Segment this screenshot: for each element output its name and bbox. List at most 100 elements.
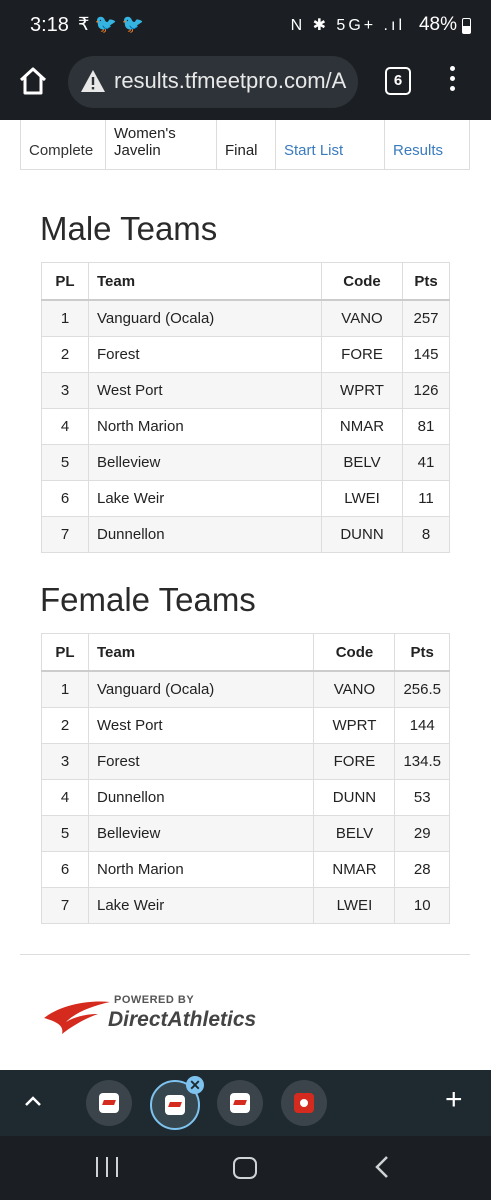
warning-icon[interactable]: [80, 68, 106, 94]
place: 5: [41, 815, 89, 852]
place: 2: [41, 336, 89, 373]
place: 4: [41, 779, 89, 816]
event-round: Final: [216, 120, 276, 170]
male-teams-heading: Male Teams: [40, 210, 218, 247]
status-bar: 3:18 ₹ 🐦 🐦 N ✱ 5G+ .ıl 48%: [0, 0, 491, 52]
team-points: 41: [402, 444, 450, 481]
overflow-menu-icon[interactable]: [447, 66, 457, 98]
url-text[interactable]: results.tfmeetpro.com/A: [114, 68, 350, 94]
team-points: 11: [402, 480, 450, 517]
status-time: 3:18: [30, 14, 69, 36]
table-row: 1 Vanguard (Ocala) VANO 256.5: [41, 670, 450, 708]
table-row: 5 Belleview BELV 29: [41, 815, 450, 852]
table-row: 2 Forest FORE 145: [41, 336, 450, 373]
team-code: LWEI: [321, 480, 403, 517]
table-row: 4 Dunnellon DUNN 53: [41, 779, 450, 816]
team-points: 10: [394, 887, 450, 924]
tab-switcher-button[interactable]: 6: [385, 67, 411, 95]
back-icon[interactable]: [372, 1155, 392, 1179]
team-name: Lake Weir: [87, 887, 315, 924]
close-tab-icon[interactable]: ✕: [186, 1076, 204, 1094]
notification-icons: ₹ 🐦 🐦: [78, 14, 145, 34]
team-name: Belleview: [87, 815, 315, 852]
tab-favicon-icon: [230, 1093, 250, 1113]
tab-favicon-icon: [165, 1095, 185, 1115]
col-code: Code: [321, 262, 403, 301]
tab-thumbnail-selected[interactable]: ✕: [150, 1076, 204, 1130]
start-list-link[interactable]: Start List: [275, 120, 385, 170]
table-row: 7 Lake Weir LWEI 10: [41, 887, 450, 924]
team-code: VANO: [313, 670, 396, 708]
home-icon[interactable]: [18, 66, 48, 96]
team-name: Dunnellon: [87, 779, 315, 816]
footer-divider: [20, 954, 470, 955]
tab-thumbnail[interactable]: [217, 1080, 263, 1126]
battery-icon: [462, 18, 471, 34]
team-code: WPRT: [321, 372, 403, 409]
table-header-row: PL Team Code Pts: [41, 262, 450, 301]
table-row: 4 North Marion NMAR 81: [41, 408, 450, 445]
powered-by-logo[interactable]: POWERED BY DirectAthletics: [42, 990, 322, 1040]
place: 4: [41, 408, 89, 445]
event-status: Complete: [20, 120, 106, 170]
team-code: WPRT: [313, 707, 396, 744]
chevron-up-icon[interactable]: [22, 1090, 44, 1112]
tab-thumbnail[interactable]: [86, 1080, 132, 1126]
tab-favicon-icon: [99, 1093, 119, 1113]
direct-athletics-swoosh-icon: [44, 1001, 110, 1034]
table-row: 7 Dunnellon DUNN 8: [41, 516, 450, 553]
team-name: West Port: [88, 372, 322, 409]
tab-thumbnail[interactable]: [281, 1080, 327, 1126]
team-name: Vanguard (Ocala): [87, 670, 315, 708]
team-code: NMAR: [313, 851, 396, 888]
place: 6: [41, 480, 89, 517]
female-teams-table: PL Team Code Pts 1 Vanguard (Ocala) VANO 25…: [41, 633, 450, 924]
team-points: 257: [402, 299, 450, 337]
table-row: 3 West Port WPRT 126: [41, 372, 450, 409]
team-code: DUNN: [313, 779, 396, 816]
place: 7: [41, 887, 89, 924]
results-link[interactable]: Results: [384, 120, 470, 170]
nav-home-icon[interactable]: [233, 1157, 257, 1179]
male-teams-table: PL Team Code Pts 1 Vanguard (Ocala) VANO 25…: [41, 262, 450, 553]
signal-icons: N ✱ 5G+ .ıl: [290, 17, 405, 34]
team-name: Forest: [88, 336, 322, 373]
table-row: 2 West Port WPRT 144: [41, 707, 450, 744]
new-tab-button[interactable]: +: [445, 1085, 463, 1115]
place: 6: [41, 851, 89, 888]
team-name: Dunnellon: [88, 516, 322, 553]
team-code: FORE: [313, 743, 396, 780]
female-teams-heading: Female Teams: [40, 581, 256, 618]
team-points: 28: [394, 851, 450, 888]
team-code: BELV: [321, 444, 403, 481]
table-row: Complete Women's Javelin Final Start Lis…: [20, 120, 470, 170]
place: 3: [41, 372, 89, 409]
col-code: Code: [313, 633, 396, 672]
previous-events-table: Complete Women's Javelin Final Start Lis…: [20, 120, 470, 170]
table-row: 6 Lake Weir LWEI 11: [41, 480, 450, 517]
place: 3: [41, 743, 89, 780]
tab-favicon-icon: [294, 1093, 314, 1113]
table-row: 6 North Marion NMAR 28: [41, 851, 450, 888]
page-content: Complete Women's Javelin Final Start Lis…: [0, 120, 491, 1070]
address-bar[interactable]: results.tfmeetpro.com/A: [68, 56, 358, 108]
team-points: 29: [394, 815, 450, 852]
team-points: 145: [402, 336, 450, 373]
place: 1: [41, 299, 89, 337]
team-name: West Port: [87, 707, 315, 744]
team-points: 126: [402, 372, 450, 409]
team-points: 144: [394, 707, 450, 744]
place: 5: [41, 444, 89, 481]
team-name: Lake Weir: [88, 480, 322, 517]
team-code: DUNN: [321, 516, 403, 553]
place: 7: [41, 516, 89, 553]
col-pl: PL: [41, 262, 89, 301]
place: 1: [41, 670, 89, 708]
team-points: 256.5: [394, 670, 450, 708]
recent-apps-icon[interactable]: [96, 1157, 120, 1177]
col-team: Team: [88, 262, 322, 301]
team-name: Forest: [87, 743, 315, 780]
col-team: Team: [87, 633, 315, 672]
table-header-row: PL Team Code Pts: [41, 633, 450, 672]
team-points: 8: [402, 516, 450, 553]
